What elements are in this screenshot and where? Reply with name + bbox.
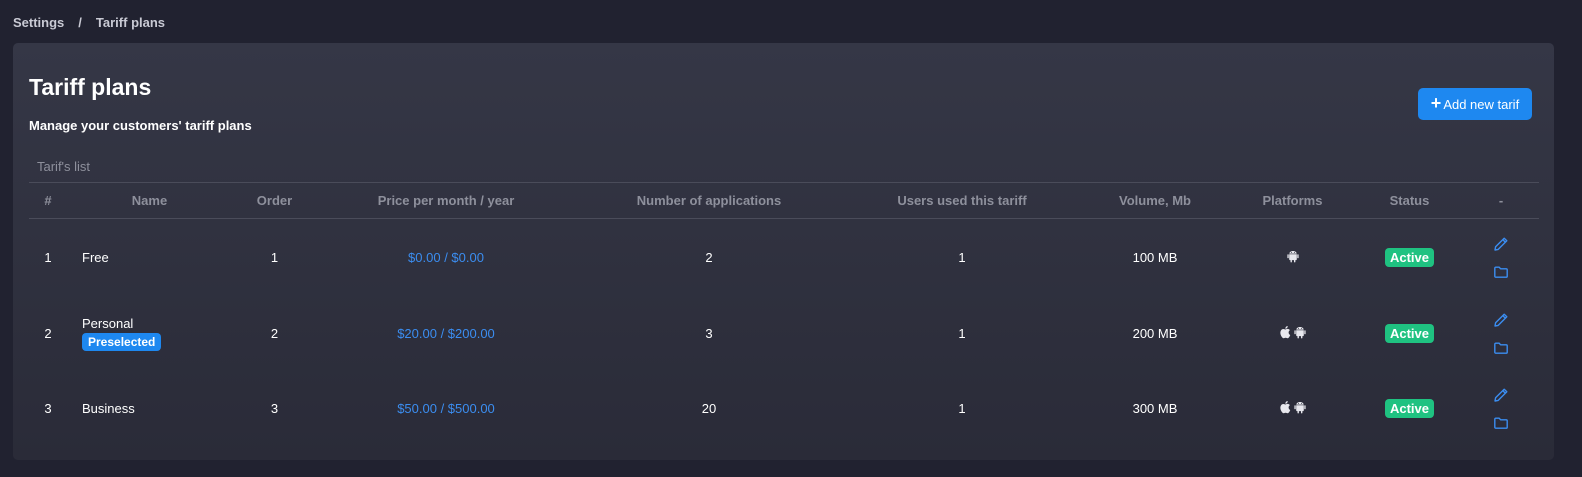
cell-num: 1 (44, 250, 52, 265)
tariff-name: Free (82, 250, 109, 265)
android-icon (1293, 325, 1307, 339)
cell-apps: 20 (701, 401, 717, 416)
breadcrumb-settings[interactable]: Settings (13, 15, 64, 30)
table-header-row: # Name Order Price per month / year Numb… (29, 182, 1539, 219)
cell-apps: 3 (705, 326, 713, 341)
cell-actions (1463, 296, 1539, 371)
plus-icon: + (1430, 93, 1442, 113)
cell-status: Active (1356, 219, 1463, 297)
cell-users: 1 (958, 326, 966, 341)
status-badge: Active (1384, 399, 1435, 418)
tarif-list-label: Tarif's list (37, 159, 91, 174)
cell-price: $0.00 / $0.00 (408, 250, 484, 265)
page-title: Tariff plans (29, 74, 152, 100)
header-order: Order (232, 182, 317, 219)
table-row: 1 Free 1 $0.00 / $0.00 2 1 100 MB Active (29, 219, 1539, 297)
edit-pencil-icon[interactable] (1493, 312, 1509, 328)
cell-platforms (1229, 296, 1356, 371)
tariff-table: # Name Order Price per month / year Numb… (29, 182, 1539, 446)
status-badge: Active (1384, 324, 1435, 343)
cell-users: 1 (958, 250, 966, 265)
cell-apps: 2 (705, 250, 713, 265)
add-new-tarif-label: Add new tarif (1443, 96, 1520, 112)
tariff-table-wrap: # Name Order Price per month / year Numb… (29, 182, 1539, 446)
android-icon (1286, 249, 1300, 263)
add-new-tarif-button[interactable]: + Add new tarif (1418, 88, 1532, 120)
cell-status: Active (1356, 371, 1463, 446)
status-badge: Active (1384, 248, 1435, 267)
header-actions: - (1463, 182, 1539, 219)
apple-icon (1279, 400, 1292, 414)
cell-order: 2 (270, 326, 279, 341)
header-num: # (29, 182, 67, 219)
cell-order: 1 (270, 250, 279, 265)
preselected-badge: Preselected (82, 333, 162, 351)
android-icon (1293, 400, 1307, 414)
cell-price: $20.00 / $200.00 (397, 326, 495, 341)
platform-icons (1279, 400, 1307, 414)
header-price: Price per month / year (317, 182, 575, 219)
cell-volume: 100 MB (1132, 250, 1178, 265)
row-actions (1463, 312, 1539, 356)
edit-pencil-icon[interactable] (1493, 387, 1509, 403)
table-row: 2 Personal Preselected 2 $20.00 / $200.0… (29, 296, 1539, 371)
folder-icon[interactable] (1493, 264, 1509, 280)
cell-name: Business (67, 371, 232, 446)
row-actions (1463, 236, 1539, 280)
header-platforms: Platforms (1229, 182, 1356, 219)
edit-pencil-icon[interactable] (1493, 236, 1509, 252)
cell-num: 3 (44, 401, 52, 416)
cell-num: 2 (44, 326, 52, 341)
cell-users: 1 (958, 401, 966, 416)
cell-actions (1463, 219, 1539, 297)
table-row: 3 Business 3 $50.00 / $500.00 20 1 300 M… (29, 371, 1539, 446)
header-apps: Number of applications (575, 182, 843, 219)
header-name: Name (67, 182, 232, 219)
cell-status: Active (1356, 296, 1463, 371)
cell-actions (1463, 371, 1539, 446)
breadcrumb: Settings / Tariff plans (13, 15, 165, 30)
apple-icon (1279, 325, 1292, 339)
cell-platforms (1229, 219, 1356, 297)
tariff-name: Business (82, 401, 135, 416)
header-status: Status (1356, 182, 1463, 219)
breadcrumb-separator: / (78, 15, 82, 30)
cell-price: $50.00 / $500.00 (397, 401, 495, 416)
tariff-card: Tariff plans Manage your customers' tari… (13, 43, 1554, 460)
breadcrumb-current: Tariff plans (95, 15, 166, 30)
cell-volume: 200 MB (1132, 326, 1178, 341)
folder-icon[interactable] (1493, 340, 1509, 356)
tariff-name: Personal (82, 316, 134, 331)
folder-icon[interactable] (1493, 415, 1509, 431)
cell-volume: 300 MB (1132, 401, 1178, 416)
row-actions (1463, 387, 1539, 431)
cell-platforms (1229, 371, 1356, 446)
cell-name: Free (67, 219, 232, 297)
header-users: Users used this tariff (843, 182, 1081, 219)
cell-name: Personal Preselected (67, 296, 232, 371)
platform-icons (1286, 249, 1300, 263)
platform-icons (1279, 325, 1307, 339)
cell-order: 3 (270, 401, 279, 416)
page-subtitle: Manage your customers' tariff plans (29, 118, 252, 133)
header-volume: Volume, Mb (1081, 182, 1229, 219)
